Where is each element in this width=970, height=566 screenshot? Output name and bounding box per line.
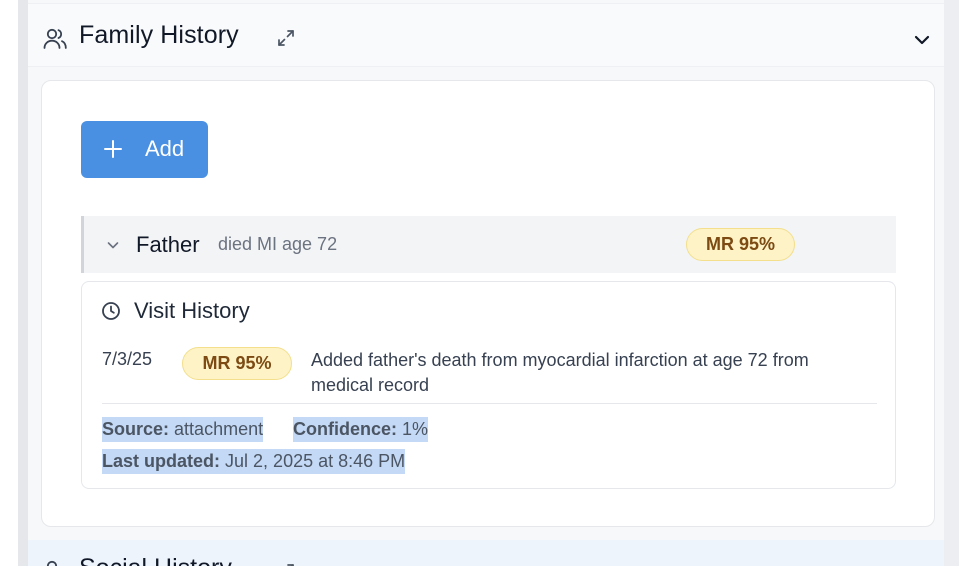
chevron-down-icon[interactable] [105,237,121,253]
source-label: Source: [102,419,170,439]
meta-source: Source: attachment [102,417,264,442]
add-button-label: Add [145,136,185,161]
source-badge: MR 95% [686,228,795,261]
expand-icon[interactable] [276,28,296,48]
left-border [18,0,28,566]
left-gutter [0,0,20,566]
divider [102,403,877,404]
updated-value: Jul 2, 2025 at 8:46 PM [225,451,406,471]
entry-description: Added father's death from myocardial inf… [311,350,809,395]
clock-icon [102,302,120,320]
entry-date: 7/3/25 [102,349,153,369]
users-icon [43,28,67,49]
updated-label: Last updated: [102,451,221,471]
users-icon [46,560,58,566]
social-history-header[interactable]: Social History [28,540,944,566]
member-detail: died MI age 72 [218,234,338,254]
history-panel: Family History Add Father died MI age 72… [28,0,944,566]
meta-confidence: Confidence: 1% [293,417,429,442]
family-history-header[interactable]: Family History [28,3,944,67]
member-name: Father [136,232,200,257]
meta-last-updated: Last updated: Jul 2, 2025 at 8:46 PM [102,449,406,474]
chevron-down-icon[interactable] [912,30,932,50]
expand-icon[interactable] [276,562,296,566]
family-history-card: Add Father died MI age 72 MR 95% Visit H… [41,80,935,527]
family-member-row[interactable]: Father died MI age 72 MR 95% [81,216,896,273]
scrollbar-track[interactable] [944,0,959,566]
add-button[interactable]: Add [81,121,208,178]
confidence-value: 1% [402,419,429,439]
confidence-label: Confidence: [293,419,398,439]
section-title: Family History [79,21,239,49]
entry-source-badge: MR 95% [182,347,292,380]
social-history-title: Social History [79,554,232,566]
visit-history-box: Visit History 7/3/25 MR 95% Added father… [81,281,896,489]
plus-icon [104,140,122,158]
source-value: attachment [174,419,264,439]
visit-history-title: Visit History [134,298,250,323]
